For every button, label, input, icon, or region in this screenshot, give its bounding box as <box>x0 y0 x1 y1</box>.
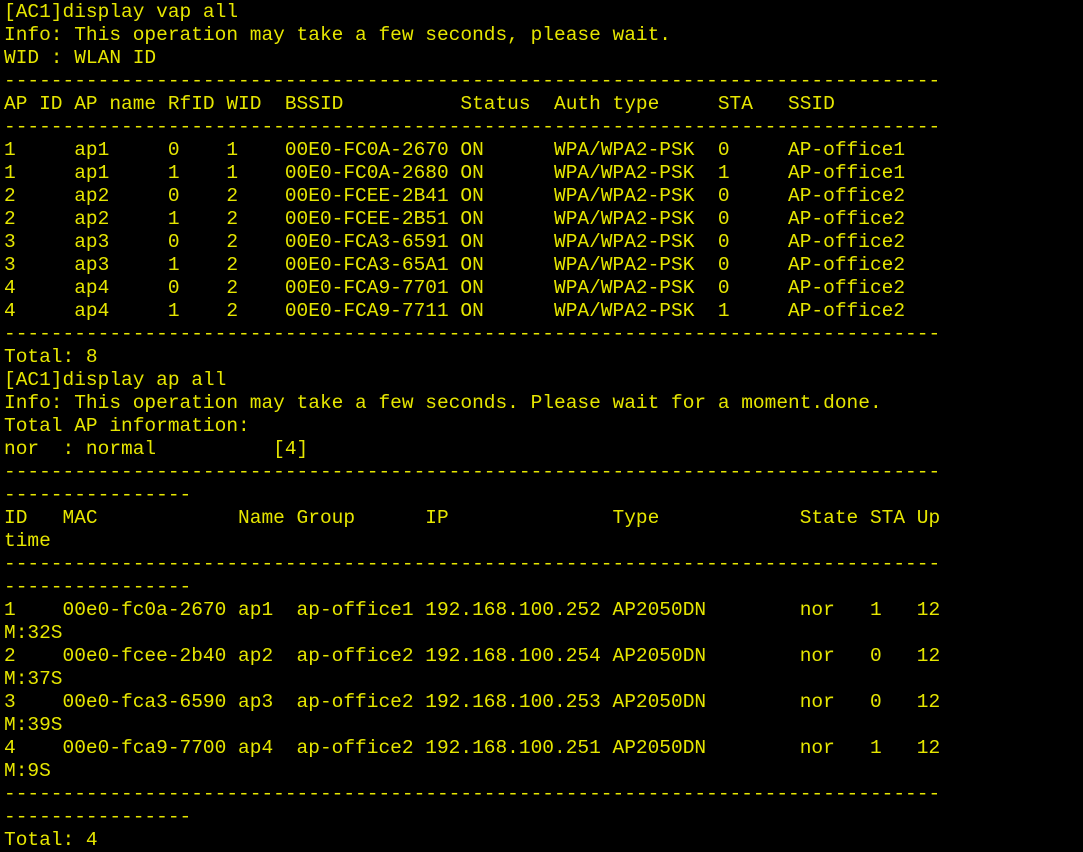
total-line: Total: 4 <box>4 829 98 851</box>
separator-line: ----------------------------------------… <box>4 553 941 575</box>
terminal-output[interactable]: [AC1]display vap all Info: This operation… <box>4 1 1083 852</box>
info-line: Info: This operation may take a few seco… <box>4 24 672 46</box>
separator-line: ----------------------------------------… <box>4 323 941 345</box>
output-line: WID : WLAN ID <box>4 47 157 69</box>
output-line: 4 00e0-fca9-7700 ap4 ap-office2 192.168.… <box>4 737 941 759</box>
output-line: 2 ap2 1 2 00E0-FCEE-2B51 ON WPA/WPA2-PSK… <box>4 208 906 230</box>
total-line: Total AP information: <box>4 415 250 437</box>
output-line: M:9S <box>4 760 51 782</box>
output-line: 2 00e0-fcee-2b40 ap2 ap-office2 192.168.… <box>4 645 941 667</box>
command-line: [AC1]display ap all <box>4 369 227 391</box>
separator-line: ----------------------------------------… <box>4 783 941 805</box>
output-line: 2 ap2 0 2 00E0-FCEE-2B41 ON WPA/WPA2-PSK… <box>4 185 906 207</box>
output-line: 3 ap3 0 2 00E0-FCA3-6591 ON WPA/WPA2-PSK… <box>4 231 906 253</box>
separator-line: ---------------- <box>4 484 192 506</box>
output-line: time <box>4 530 51 552</box>
separator-line: ----------------------------------------… <box>4 116 941 138</box>
separator-line: ---------------- <box>4 576 192 598</box>
output-line: 4 ap4 1 2 00E0-FCA9-7711 ON WPA/WPA2-PSK… <box>4 300 906 322</box>
command-line: [AC1]display vap all <box>4 1 239 23</box>
output-line: nor : normal [4] <box>4 438 309 460</box>
output-line: M:39S <box>4 714 63 736</box>
separator-line: ----------------------------------------… <box>4 461 941 483</box>
info-line: Info: This operation may take a few seco… <box>4 392 882 414</box>
output-line: 1 00e0-fc0a-2670 ap1 ap-office1 192.168.… <box>4 599 941 621</box>
output-line: 1 ap1 1 1 00E0-FC0A-2680 ON WPA/WPA2-PSK… <box>4 162 906 184</box>
output-line: 4 ap4 0 2 00E0-FCA9-7701 ON WPA/WPA2-PSK… <box>4 277 906 299</box>
output-line: M:32S <box>4 622 63 644</box>
table-header-line: ID MAC Name Group IP Type State STA Up <box>4 507 941 529</box>
output-line: 3 00e0-fca3-6590 ap3 ap-office2 192.168.… <box>4 691 941 713</box>
table-header-line: AP ID AP name RfID WID BSSID Status Auth… <box>4 93 835 115</box>
total-line: Total: 8 <box>4 346 98 368</box>
output-line: M:37S <box>4 668 63 690</box>
output-line: 3 ap3 1 2 00E0-FCA3-65A1 ON WPA/WPA2-PSK… <box>4 254 906 276</box>
output-line: 1 ap1 0 1 00E0-FC0A-2670 ON WPA/WPA2-PSK… <box>4 139 906 161</box>
separator-line: ----------------------------------------… <box>4 70 941 92</box>
separator-line: ---------------- <box>4 806 192 828</box>
